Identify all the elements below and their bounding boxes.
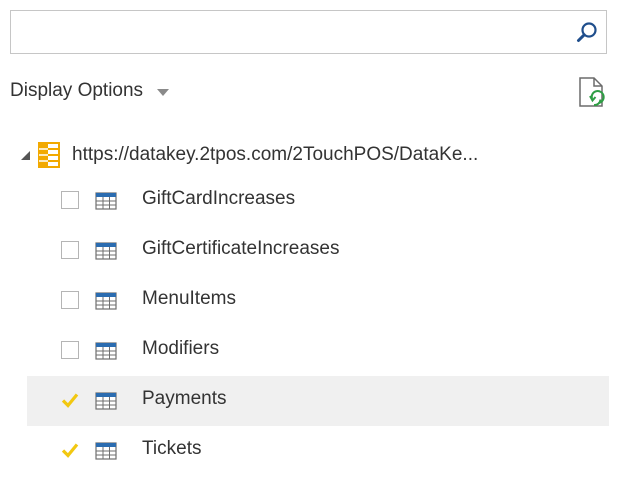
table-checkbox[interactable] — [61, 441, 79, 459]
table-row-label: GiftCardIncreases — [142, 188, 296, 209]
table-row-label: Modifiers — [142, 338, 220, 359]
table-row-label: Payments — [142, 388, 227, 409]
table-row[interactable]: MenuItems — [27, 276, 609, 326]
table-row-label: Tickets — [142, 438, 202, 459]
tree-root-node[interactable]: https://datakey.2tpos.com/2TouchPOS/Data… — [18, 134, 618, 176]
table-checkbox[interactable] — [61, 191, 79, 209]
table-row[interactable]: Modifiers — [27, 326, 609, 376]
table-row[interactable]: Tickets — [27, 426, 609, 476]
checkmark-icon — [61, 393, 79, 408]
refresh-document-icon[interactable] — [577, 76, 607, 110]
table-checkbox[interactable] — [61, 291, 79, 309]
expand-arrow-icon[interactable] — [18, 147, 34, 163]
search-box[interactable] — [10, 10, 607, 54]
table-row-label: MenuItems — [142, 288, 236, 309]
chevron-down-icon — [157, 88, 170, 96]
table-row[interactable]: GiftCertificateIncreases — [27, 226, 609, 276]
table-checkbox[interactable] — [61, 241, 79, 259]
table-icon — [95, 442, 117, 460]
display-options-label: Display Options — [10, 80, 144, 101]
table-row[interactable]: Payments — [27, 376, 609, 426]
table-icon — [95, 242, 117, 260]
search-input[interactable] — [11, 11, 551, 53]
table-icon — [95, 292, 117, 310]
tree-root-label: https://datakey.2tpos.com/2TouchPOS/Data… — [72, 144, 479, 165]
table-icon — [95, 192, 117, 210]
table-icon — [95, 392, 117, 410]
table-checkbox[interactable] — [61, 391, 79, 409]
search-icon[interactable] — [576, 21, 598, 43]
table-icon — [95, 342, 117, 360]
table-list: GiftCardIncreases GiftCertificateIncrease… — [27, 176, 609, 476]
table-row[interactable]: GiftCardIncreases — [27, 176, 609, 226]
table-checkbox[interactable] — [61, 341, 79, 359]
table-row-label: GiftCertificateIncreases — [142, 238, 340, 259]
checkmark-icon — [61, 443, 79, 458]
display-options-dropdown[interactable]: Display Options — [10, 78, 170, 104]
data-source-icon — [38, 142, 60, 168]
